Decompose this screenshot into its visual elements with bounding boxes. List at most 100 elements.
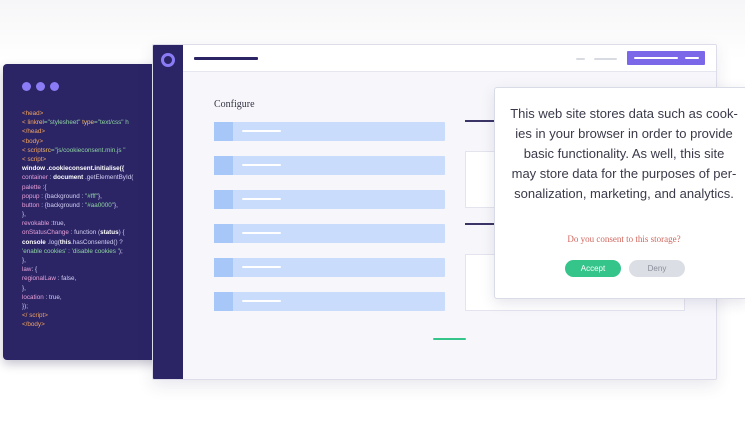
code-token: document xyxy=(53,174,84,182)
code-editor-panel: <head> < linkrel="stylesheet" type="text/… xyxy=(3,64,163,360)
consent-message-line: This web site stores data such as cook- xyxy=(510,106,738,121)
code-token: </head> xyxy=(22,128,46,136)
window-controls xyxy=(22,82,59,91)
code-line: <head> xyxy=(22,109,162,118)
code-line: 'enable cookies' : 'disable cookies '); xyxy=(22,247,162,256)
code-line: }, xyxy=(22,284,162,293)
code-token: > xyxy=(44,312,48,320)
code-line: </body> xyxy=(22,320,162,329)
code-token: > xyxy=(42,155,47,163)
code-token: " xyxy=(121,146,126,154)
code-line: console .log(this.hasConsented() ? xyxy=(22,238,162,247)
code-line: palette :{ xyxy=(22,183,162,192)
consent-message: This web site stores data such as cook- … xyxy=(507,104,741,204)
config-option-row[interactable] xyxy=(214,258,445,277)
row-toggle[interactable] xyxy=(214,122,233,141)
row-label-placeholder xyxy=(242,164,281,166)
row-label-placeholder xyxy=(242,130,281,132)
code-token: button xyxy=(22,201,40,209)
code-line: < linkrel="stylesheet" type="text/css" h xyxy=(22,118,162,127)
code-token: }, xyxy=(22,284,26,292)
code-token: 'enable cookies' xyxy=(22,247,67,255)
config-option-row[interactable] xyxy=(214,224,445,243)
code-token: : {background : xyxy=(39,192,86,200)
deny-button[interactable]: Deny xyxy=(629,260,685,277)
code-token: this xyxy=(59,238,71,246)
config-option-row[interactable] xyxy=(214,156,445,175)
code-token: :true, xyxy=(49,220,66,228)
code-token: }); xyxy=(22,302,28,310)
cookie-consent-popup: This web site stores data such as cook- … xyxy=(494,87,745,299)
row-label-placeholder xyxy=(242,198,281,200)
code-token: 'disable cookies ' xyxy=(71,247,119,255)
code-line: location : true, xyxy=(22,293,162,302)
code-token: .cookieconsent.initialise({ xyxy=(45,165,125,173)
code-token: location xyxy=(22,293,44,301)
code-token: ="js/cookieconsent.min.js xyxy=(50,146,122,154)
code-line: regionalLaw : false, xyxy=(22,274,162,283)
code-token: </body> xyxy=(22,321,45,329)
code-token: : false, xyxy=(55,275,77,283)
code-token: popup xyxy=(22,192,40,200)
code-token: :{ xyxy=(40,183,47,191)
code-token: script xyxy=(29,312,45,320)
browser-topbar xyxy=(183,45,716,72)
code-token: regionalLaw xyxy=(22,275,56,283)
consent-message-line: ies in your browser in order to provide xyxy=(515,126,733,141)
site-title-placeholder xyxy=(194,57,258,60)
nav-link-placeholder[interactable] xyxy=(576,58,585,60)
code-token: "#aa0000" xyxy=(85,201,115,209)
row-label-placeholder xyxy=(242,232,281,234)
code-token: onStatusChange xyxy=(22,229,69,237)
browser-sidebar xyxy=(153,45,183,379)
code-line: }, xyxy=(22,256,162,265)
row-label-placeholder xyxy=(242,300,281,302)
consent-message-line: may store data for the purposes of per- xyxy=(511,166,737,181)
code-line: container : document .getElementById( xyxy=(22,173,162,182)
logo-ring-icon xyxy=(161,53,175,67)
code-token: ="text/css" h xyxy=(94,119,129,127)
code-token: console xyxy=(22,238,46,246)
code-line: revokable :true, xyxy=(22,219,162,228)
code-token: .hasConsented() ? xyxy=(71,238,123,246)
code-token: container xyxy=(22,174,48,182)
code-token: }, xyxy=(114,201,118,209)
consent-message-line: basic functionality. As well, this site xyxy=(523,146,725,161)
row-label-placeholder xyxy=(242,266,281,268)
code-line: < scriptsrc="js/cookieconsent.min.js " xyxy=(22,146,162,155)
code-token: }, xyxy=(22,211,26,219)
code-token: <head> xyxy=(22,110,44,117)
code-token: ); xyxy=(118,247,123,255)
row-toggle[interactable] xyxy=(214,156,233,175)
code-token: status xyxy=(100,229,119,237)
row-toggle[interactable] xyxy=(214,190,233,209)
row-toggle[interactable] xyxy=(214,224,233,243)
config-option-row[interactable] xyxy=(214,190,445,209)
config-option-row[interactable] xyxy=(214,122,445,141)
cta-button[interactable] xyxy=(627,51,705,65)
section-heading-placeholder xyxy=(465,223,497,225)
code-line: }); xyxy=(22,302,162,311)
consent-question: Do you consent to this storage? xyxy=(567,234,681,244)
code-token: src xyxy=(42,146,51,154)
consent-message-line: sonalization, marketing, and analytics. xyxy=(514,186,734,201)
code-line: onStatusChange : function (status) { xyxy=(22,228,162,237)
window-dot-icon xyxy=(22,82,31,91)
code-line: window .cookieconsent.initialise({ xyxy=(22,164,162,173)
section-heading-placeholder xyxy=(465,120,497,122)
cta-label-placeholder xyxy=(634,57,678,59)
config-option-row[interactable] xyxy=(214,292,445,311)
window-dot-icon xyxy=(36,82,45,91)
code-token: link xyxy=(27,119,37,127)
code-token: <body> xyxy=(22,137,44,145)
code-token: revokable xyxy=(22,220,50,228)
code-token: type xyxy=(82,119,95,127)
row-toggle[interactable] xyxy=(214,258,233,277)
accept-button[interactable]: Accept xyxy=(565,260,621,277)
nav-link-placeholder[interactable] xyxy=(594,58,617,60)
code-listing: <head> < linkrel="stylesheet" type="text/… xyxy=(22,109,162,330)
code-token: .log( xyxy=(45,238,60,246)
row-toggle[interactable] xyxy=(214,292,233,311)
code-line: </head> xyxy=(22,127,162,136)
cta-label-placeholder xyxy=(685,57,699,59)
